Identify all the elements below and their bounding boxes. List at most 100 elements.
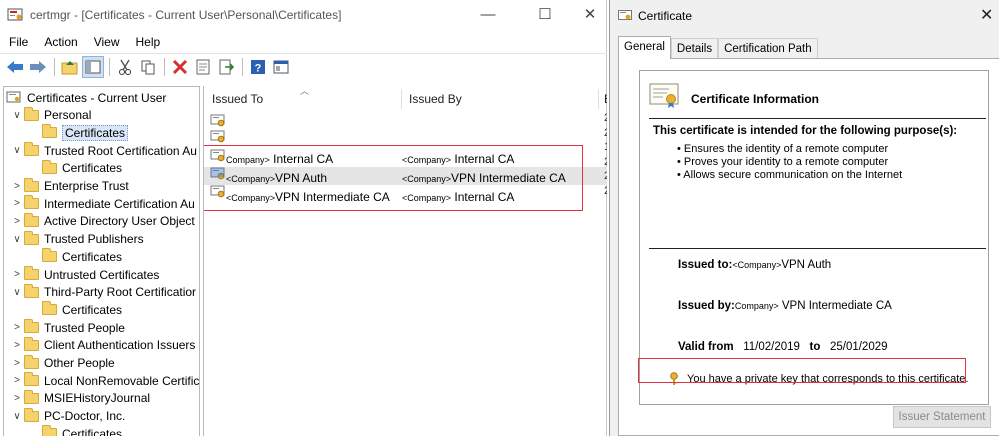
column-header-issued-to[interactable]: Issued To xyxy=(212,92,263,106)
folder-icon xyxy=(24,407,39,422)
issued-by-company-tag: Company> xyxy=(734,301,779,311)
close-button[interactable]: ✕ xyxy=(580,6,600,24)
column-divider[interactable] xyxy=(598,89,599,109)
menu-bar: File Action View Help xyxy=(0,32,167,52)
back-arrow-icon[interactable] xyxy=(4,56,26,78)
expiration-cell: 2 xyxy=(604,185,607,197)
menu-view[interactable]: View xyxy=(85,32,127,52)
tree-node[interactable]: Certificates xyxy=(28,248,122,265)
tree-node[interactable]: ∨ Trusted Root Certification Au xyxy=(10,142,197,159)
certificate-store-tree[interactable]: Certificates - Current User ∨ Personal Cert… xyxy=(3,86,200,436)
folder-icon xyxy=(24,283,39,298)
tree-node-label: Certificates xyxy=(62,161,123,176)
sort-ascending-icon: ︿ xyxy=(300,86,310,96)
title-bar: certmgr - [Certificates - Current User\P… xyxy=(0,0,607,30)
tree-node[interactable]: ∨ Third-Party Root Certificatior xyxy=(10,283,197,301)
certificate-information-title: Certificate Information xyxy=(691,92,820,106)
divider xyxy=(649,248,986,249)
expand-chevron-icon[interactable]: ∨ xyxy=(10,411,24,422)
maximize-button[interactable]: ☐ xyxy=(535,6,555,24)
cut-icon[interactable] xyxy=(114,56,136,78)
column-divider[interactable] xyxy=(401,89,402,109)
expand-chevron-icon[interactable]: ∨ xyxy=(10,110,24,121)
issued-by-label: Issued by: xyxy=(678,300,735,312)
tree-node[interactable]: > Active Directory User Object xyxy=(10,212,195,230)
company-certificates-highlight xyxy=(204,145,583,211)
tree-node[interactable]: Certificates xyxy=(28,124,129,141)
tree-node[interactable]: > Intermediate Certification Au xyxy=(10,195,195,212)
issued-by-field: Issued by:Company> VPN Intermediate CA xyxy=(678,300,892,312)
tab-certification-path[interactable]: Certification Path xyxy=(718,38,818,59)
expand-chevron-icon[interactable]: > xyxy=(10,393,24,404)
folder-icon xyxy=(24,106,39,121)
expand-chevron-icon[interactable]: > xyxy=(10,198,24,209)
certmgr-window: certmgr - [Certificates - Current User\P… xyxy=(0,0,607,436)
toolbar-separator xyxy=(242,57,243,76)
expand-chevron-icon[interactable]: ∨ xyxy=(10,287,24,298)
tree-node[interactable]: Certificates xyxy=(28,301,122,318)
expand-chevron-icon[interactable]: > xyxy=(10,216,24,227)
tree-node[interactable]: ∨ PC-Doctor, Inc. xyxy=(10,407,125,425)
folder-icon xyxy=(24,372,39,387)
export-icon[interactable] xyxy=(215,56,237,78)
issuer-statement-button[interactable]: Issuer Statement xyxy=(893,406,991,428)
folder-icon xyxy=(24,354,39,369)
column-header-expiration[interactable]: E xyxy=(604,92,607,106)
expand-chevron-icon[interactable]: > xyxy=(10,181,24,192)
tree-node[interactable]: > Local NonRemovable Certific xyxy=(10,372,199,389)
tree-node[interactable]: > Untrusted Certificates xyxy=(10,266,159,283)
purpose-item: • Proves your identity to a remote compu… xyxy=(677,156,889,168)
tree-node-label: Certificates xyxy=(62,124,129,141)
properties-icon[interactable] xyxy=(192,56,214,78)
expand-chevron-icon[interactable]: > xyxy=(10,375,24,386)
copy-icon[interactable] xyxy=(137,56,159,78)
dialog-close-button[interactable]: ✕ xyxy=(980,5,993,25)
menu-help[interactable]: Help xyxy=(127,32,168,52)
tree-node[interactable]: > Trusted People xyxy=(10,319,125,336)
valid-from-date: 11/02/2019 xyxy=(743,341,800,353)
tree-node[interactable]: ∨ Trusted Publishers xyxy=(10,230,144,248)
tree-node[interactable]: Certificates xyxy=(28,159,123,177)
folder-icon xyxy=(24,142,39,157)
tree-node-label: Trusted People xyxy=(44,320,125,335)
tree-node-label: Third-Party Root Certificatior xyxy=(44,285,197,300)
folder-icon xyxy=(24,336,39,351)
valid-to-label: to xyxy=(809,341,821,353)
toolbar-separator xyxy=(109,57,110,76)
expand-chevron-icon[interactable]: > xyxy=(10,269,24,280)
certificate-list[interactable]: Issued To ︿ Issued By E 221Company> Inte… xyxy=(203,86,607,436)
tree-node[interactable]: > Enterprise Trust xyxy=(10,177,129,195)
tree-node-label: Certificates xyxy=(62,249,123,264)
menu-file[interactable]: File xyxy=(0,32,35,52)
tree-node[interactable]: > Other People xyxy=(10,354,115,372)
forward-arrow-icon[interactable] xyxy=(27,56,49,78)
tree-node[interactable]: ∨ Personal xyxy=(10,106,91,124)
tree-node[interactable]: > MSIEHistoryJournal xyxy=(10,389,150,407)
menu-action[interactable]: Action xyxy=(35,32,84,52)
console-icon[interactable] xyxy=(270,56,292,78)
tab-general[interactable]: General xyxy=(618,36,671,59)
expand-chevron-icon[interactable]: > xyxy=(10,340,24,351)
tree-node[interactable]: Certificates - Current User xyxy=(6,89,166,106)
toolbar-separator xyxy=(54,57,55,76)
tree-node-label: Certificates xyxy=(62,302,123,317)
tree-node[interactable]: > Client Authentication Issuers xyxy=(10,336,196,354)
expand-chevron-icon[interactable]: ∨ xyxy=(10,145,24,156)
expand-chevron-icon[interactable]: > xyxy=(10,322,24,333)
show-hide-tree-icon[interactable] xyxy=(82,55,104,78)
expand-chevron-icon[interactable]: > xyxy=(10,358,24,369)
tree-node[interactable]: Certificates xyxy=(28,425,122,436)
tab-details[interactable]: Details xyxy=(670,38,719,59)
up-folder-icon[interactable] xyxy=(59,56,81,78)
minimize-button[interactable]: — xyxy=(478,6,498,24)
help-icon[interactable]: ? xyxy=(247,56,269,78)
expand-chevron-icon[interactable]: ∨ xyxy=(10,234,24,245)
divider xyxy=(649,118,986,119)
delete-icon[interactable] xyxy=(169,56,191,78)
tree-node-label: Client Authentication Issuers xyxy=(44,338,196,353)
folder-icon xyxy=(42,301,57,316)
dialog-tabs: General Details Certification Path xyxy=(618,36,818,59)
folder-icon xyxy=(24,319,39,334)
toolbar: ? xyxy=(0,53,607,79)
column-header-issued-by[interactable]: Issued By xyxy=(409,92,462,106)
